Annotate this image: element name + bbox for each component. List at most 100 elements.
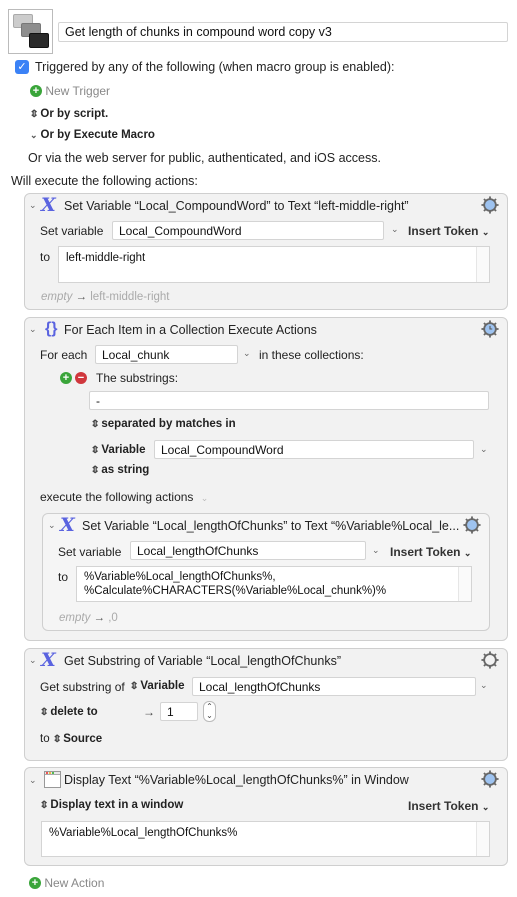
mode-label: delete to — [50, 706, 98, 718]
add-collection-icon[interactable]: + — [60, 372, 72, 384]
action-title: Set Variable “Local_CompoundWord” to Tex… — [64, 199, 409, 213]
source-type-label: Variable — [140, 680, 185, 692]
add-icon: + — [30, 84, 42, 97]
in-collections-label: in these collections: — [259, 348, 364, 362]
variable-dropdown-chevron-icon[interactable]: ⌄ — [391, 224, 399, 235]
by-execute-macro-label: Or by Execute Macro — [40, 129, 155, 141]
count-field[interactable]: 1 — [160, 702, 198, 721]
collapse-chevron-icon[interactable]: ⌄ — [48, 520, 56, 531]
stepper-up-icon[interactable]: ⌃ — [204, 702, 215, 711]
display-text-field[interactable]: %Variable%Local_lengthOfChunks% — [41, 821, 490, 857]
variable-x-icon: X — [60, 514, 75, 536]
preview-row: empty → left-middle-right — [41, 291, 169, 303]
scrollbar[interactable] — [458, 567, 471, 601]
gear-clock-icon[interactable] — [481, 320, 499, 338]
preview-row: empty → ,0 — [59, 612, 118, 624]
collapse-chevron-icon[interactable]: ⌄ — [29, 324, 37, 335]
separator-field[interactable]: - — [89, 391, 489, 410]
updown-icon: ⇕ — [90, 465, 101, 476]
insert-token-label: Insert Token — [408, 224, 479, 238]
loop-variable-field[interactable]: Local_chunk — [95, 345, 238, 364]
text-value-field[interactable]: %Variable%Local_lengthOfChunks%, %Calcula… — [76, 566, 472, 602]
mode-toggle[interactable]: ⇕delete to — [39, 706, 98, 718]
loop-variable-chevron-icon[interactable]: ⌄ — [243, 348, 251, 359]
preview-empty: empty — [41, 291, 73, 303]
chevron-down-icon: ⌄ — [463, 548, 472, 558]
by-script-label: Or by script. — [40, 108, 109, 120]
arrow-right-icon: → — [75, 291, 88, 303]
substrings-label: The substrings: — [96, 371, 179, 385]
macro-name-field[interactable]: Get length of chunks in compound word co… — [58, 22, 508, 42]
scrollbar[interactable] — [476, 822, 489, 856]
variable-dropdown-chevron-icon[interactable]: ⌄ — [372, 545, 380, 556]
chevron-down-icon: ⌄ — [481, 227, 490, 237]
text-value-line: %Variable%Local_lengthOfChunks%, — [84, 571, 276, 583]
gear-icon[interactable] — [481, 770, 499, 788]
updown-icon: ⇕ — [129, 681, 140, 692]
triggers-heading: Triggered by any of the following (when … — [35, 60, 395, 74]
source-type-toggle[interactable]: ⇕Variable — [129, 680, 185, 692]
variable-x-icon: X — [41, 194, 56, 216]
action-title: For Each Item in a Collection Execute Ac… — [64, 323, 317, 337]
chevron-down-icon: ⌄ — [481, 802, 490, 812]
to-label: to — [40, 733, 50, 745]
updown-icon: ⇕ — [90, 419, 101, 430]
variable-name-field[interactable]: Local_lengthOfChunks — [192, 677, 476, 696]
chevron-down-icon: ⌄ — [30, 130, 38, 140]
display-text-value: %Variable%Local_lengthOfChunks% — [49, 827, 238, 839]
text-value-field[interactable]: left-middle-right — [58, 246, 490, 283]
chevron-down-icon[interactable]: ⌄ — [201, 493, 209, 503]
scrollbar[interactable] — [476, 247, 489, 282]
insert-token-button[interactable]: Insert Token ⌄ — [408, 224, 489, 238]
insert-token-label: Insert Token — [408, 799, 479, 813]
to-label: to — [40, 250, 51, 264]
trigger-checkbox[interactable]: ✓ — [15, 60, 29, 74]
arrow-right-icon: → — [143, 705, 155, 719]
collapse-chevron-icon[interactable]: ⌄ — [29, 775, 37, 786]
variable-x-icon: X — [41, 649, 56, 671]
by-script-toggle[interactable]: ⇕Or by script. — [29, 108, 109, 120]
as-string-toggle[interactable]: ⇕as string — [90, 464, 149, 476]
macro-icon[interactable] — [8, 9, 53, 54]
preview-value: left-middle-right — [90, 291, 170, 303]
insert-token-button[interactable]: Insert Token ⌄ — [390, 545, 471, 559]
gear-icon[interactable] — [463, 516, 481, 534]
count-stepper[interactable]: ⌃ ⌄ — [203, 701, 216, 722]
for-each-label: For each — [40, 348, 88, 362]
by-execute-macro-toggle[interactable]: ⌄ Or by Execute Macro — [30, 129, 155, 141]
stepper-down-icon[interactable]: ⌄ — [204, 711, 215, 720]
updown-icon: ⇕ — [90, 445, 101, 456]
to-label: to — [58, 570, 69, 584]
insert-token-button[interactable]: Insert Token ⌄ — [408, 799, 489, 813]
separated-by-toggle[interactable]: ⇕separated by matches in — [90, 418, 235, 430]
source-type-label: Variable — [101, 444, 146, 456]
gear-icon[interactable] — [481, 651, 499, 669]
set-variable-label: Set variable — [40, 224, 104, 238]
new-trigger-button[interactable]: + New Trigger — [30, 83, 110, 98]
collapse-chevron-icon[interactable]: ⌄ — [29, 200, 37, 211]
variable-dropdown-chevron-icon[interactable]: ⌄ — [480, 680, 488, 691]
new-action-button[interactable]: + New Action — [29, 875, 104, 890]
text-value: left-middle-right — [66, 252, 146, 264]
preview-value: ,0 — [108, 612, 118, 624]
collapse-chevron-icon[interactable]: ⌄ — [29, 655, 37, 666]
action-title: Display Text “%Variable%Local_lengthOfCh… — [64, 773, 409, 787]
variable-name-field[interactable]: Local_CompoundWord — [112, 221, 384, 240]
action-title: Set Variable “Local_lengthOfChunks” to T… — [82, 519, 460, 533]
source-variable-chevron-icon[interactable]: ⌄ — [480, 444, 488, 455]
new-trigger-label: New Trigger — [45, 83, 111, 98]
destination-row[interactable]: to ⇕Source — [40, 733, 102, 745]
display-mode-toggle[interactable]: ⇕Display text in a window — [39, 799, 184, 811]
action-title: Get Substring of Variable “Local_lengthO… — [64, 654, 342, 668]
braces-icon: {} — [45, 320, 58, 337]
updown-icon: ⇕ — [51, 734, 63, 745]
source-type-toggle[interactable]: ⇕Variable — [90, 444, 146, 456]
remove-collection-icon[interactable]: − — [75, 372, 87, 384]
updown-icon: ⇕ — [39, 800, 50, 811]
insert-token-label: Insert Token — [390, 545, 461, 559]
execute-actions-label: execute the following actions ⌄ — [40, 490, 209, 504]
variable-name-field[interactable]: Local_lengthOfChunks — [130, 541, 366, 560]
display-mode-label: Display text in a window — [50, 799, 184, 811]
gear-icon[interactable] — [481, 196, 499, 214]
source-variable-field[interactable]: Local_CompoundWord — [154, 440, 474, 459]
